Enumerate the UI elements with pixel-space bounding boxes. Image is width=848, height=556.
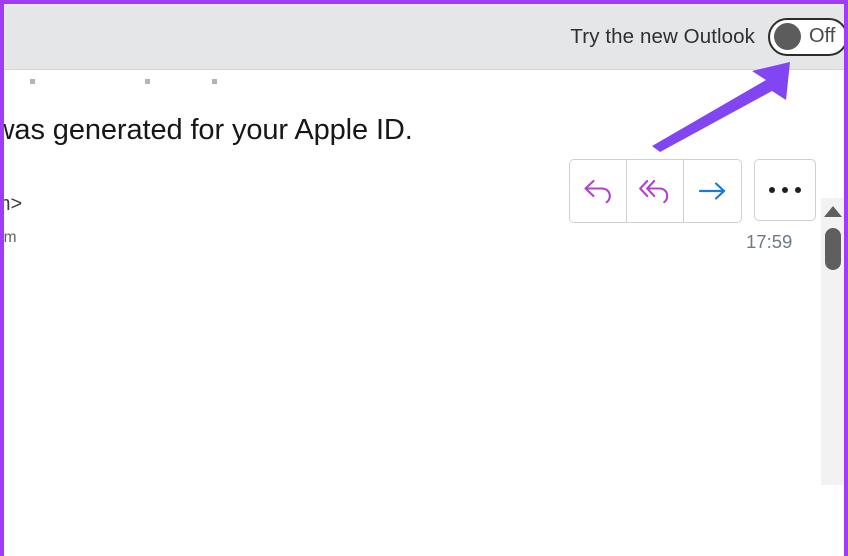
vertical-scrollbar[interactable]	[821, 198, 844, 485]
message-meta-dots	[4, 76, 304, 92]
ellipsis-icon	[769, 187, 801, 193]
toggle-state-label: Off	[809, 25, 836, 47]
reply-button-group	[569, 159, 742, 223]
forward-button[interactable]	[684, 160, 741, 222]
more-actions-button[interactable]	[754, 159, 816, 221]
try-new-outlook-banner: Try the new Outlook Off	[0, 4, 848, 70]
forward-arrow-icon	[698, 182, 725, 200]
reply-all-icon	[639, 179, 669, 204]
crop-border-right	[844, 0, 848, 556]
message-subject: ord was generated for your Apple ID.	[0, 114, 413, 146]
try-new-outlook-toggle[interactable]: Off	[768, 17, 848, 56]
scroll-up-arrow-icon[interactable]	[823, 206, 842, 217]
meta-dot-3	[212, 79, 217, 84]
message-sender-address: mail.apple.com>	[0, 193, 23, 215]
message-timestamp: 17:59	[746, 231, 793, 252]
scrollbar-thumb[interactable]	[824, 228, 841, 270]
reply-all-button[interactable]	[627, 160, 684, 222]
toggle-knob	[774, 23, 801, 50]
message-recipient-address: ook.com	[0, 229, 17, 246]
reply-icon	[584, 179, 611, 204]
meta-dot-2	[145, 79, 150, 84]
reply-button[interactable]	[570, 160, 627, 222]
message-reading-pane: ord was generated for your Apple ID. mai…	[0, 71, 831, 556]
try-new-outlook-label: Try the new Outlook	[570, 24, 755, 48]
message-action-cluster	[569, 159, 816, 223]
meta-dot-1	[30, 79, 35, 84]
screenshot-root: ord was generated for your Apple ID. mai…	[0, 0, 848, 556]
